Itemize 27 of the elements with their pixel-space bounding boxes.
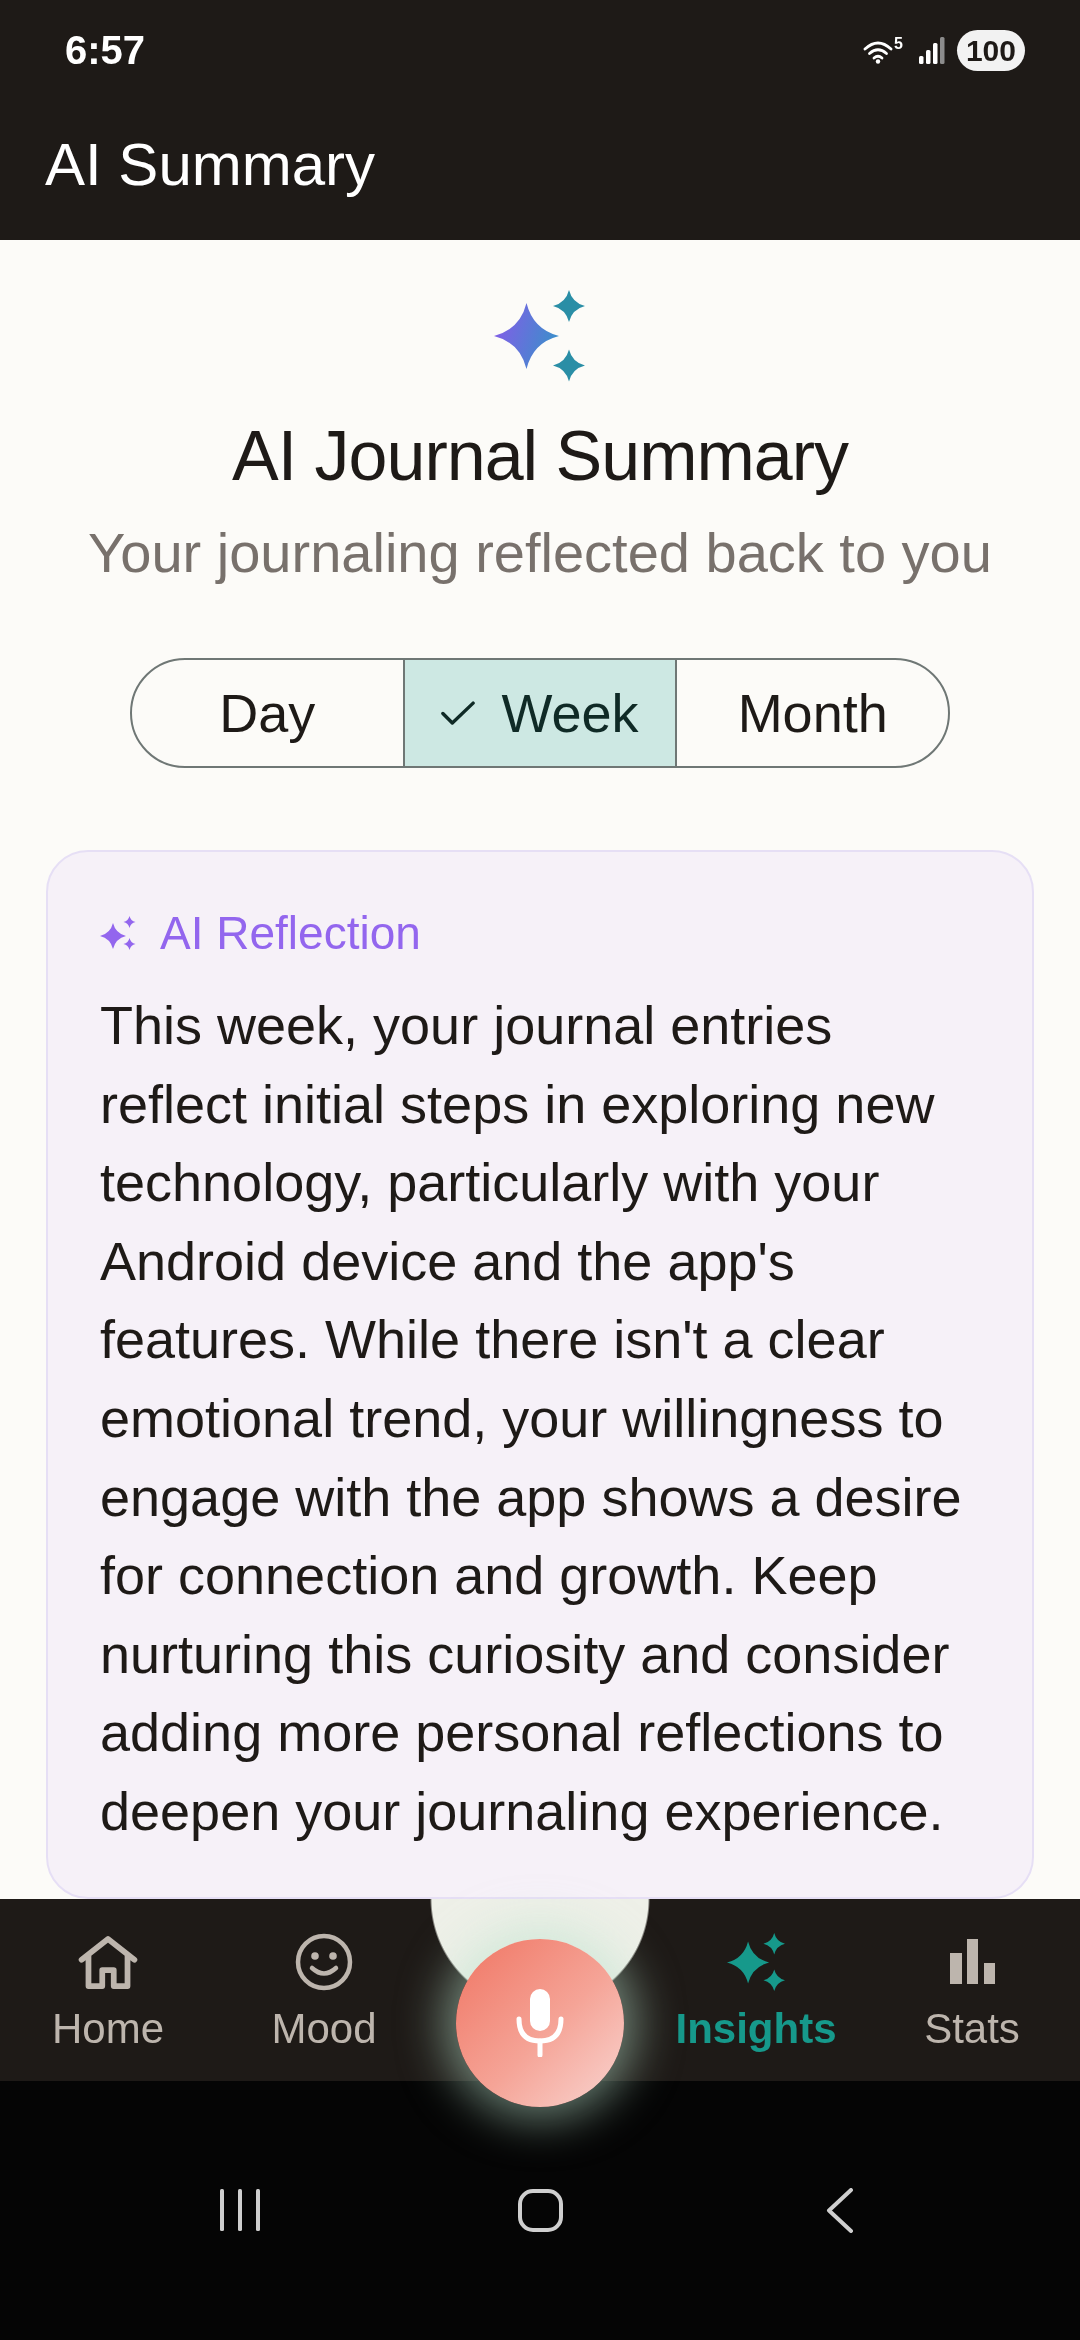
- card-label: AI Reflection: [160, 906, 421, 961]
- battery-indicator: 100: [956, 29, 1025, 71]
- wifi-band-label: 5: [894, 34, 903, 53]
- sparkles-icon: [100, 916, 136, 950]
- check-icon: [441, 700, 476, 726]
- recent-apps-icon[interactable]: [220, 2189, 260, 2232]
- reflection-text: This week, your journal entries reflect initial steps in exploring new technology, particularly with your Android device and the app's features. While there isn't a clear emotional trend, your willingness to engage with the app shows a desire for connection and growth. Keep nurturing this curiosity and consider adding more personal reflections to deepen your journaling experience.: [100, 994, 963, 1843]
- bar-chart-icon: [949, 1938, 995, 1984]
- summary-subtitle: Your journaling reflected back to you: [88, 520, 992, 586]
- nav-item[interactable]: Home: [0, 1898, 216, 2081]
- sparkles-icon: [725, 1932, 787, 1991]
- app-bar-title: AI Summary: [45, 130, 376, 200]
- status-time: 6:57: [65, 27, 146, 73]
- nav-item[interactable]: Insights: [648, 1898, 864, 2081]
- sparkles-icon: [494, 290, 586, 382]
- nav-item[interactable]: Mood: [216, 1898, 432, 2081]
- summary-title: AI Journal Summary: [231, 416, 849, 497]
- period-tab[interactable]: Week: [402, 660, 676, 766]
- microphone-icon: [515, 1989, 565, 2057]
- nav-item[interactable]: Stats: [864, 1898, 1080, 2081]
- signal-icon: [918, 36, 945, 64]
- smiley-icon: [293, 1932, 355, 1991]
- home-button-icon[interactable]: [517, 2188, 563, 2232]
- period-tab[interactable]: Day: [132, 660, 403, 766]
- period-tab[interactable]: Month: [675, 660, 948, 766]
- back-icon[interactable]: [826, 2187, 854, 2233]
- wifi-icon: [863, 40, 894, 64]
